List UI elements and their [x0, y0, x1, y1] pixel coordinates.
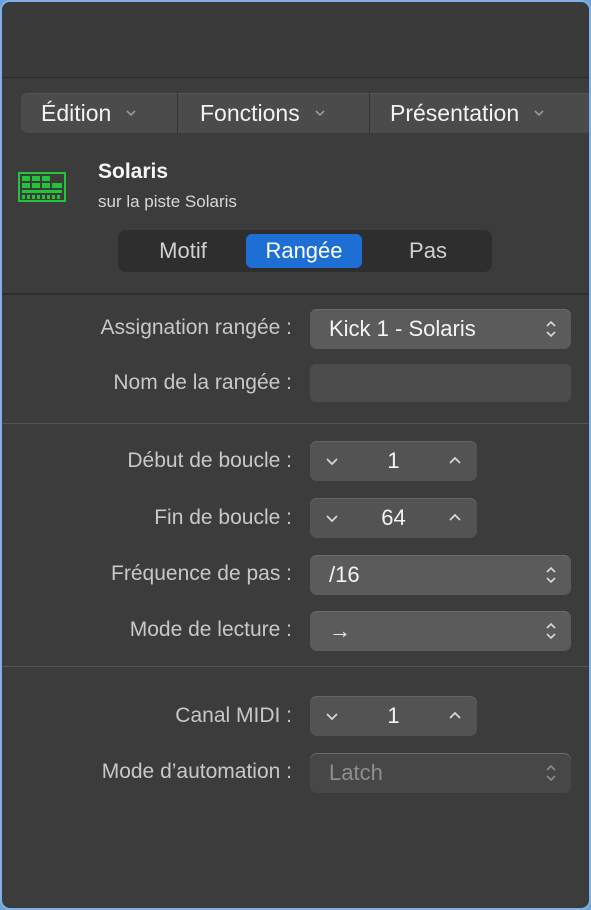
loop-start-value[interactable]: 1	[350, 441, 437, 481]
increment-button[interactable]	[435, 498, 475, 538]
section-divider	[2, 423, 589, 424]
decrement-button[interactable]	[312, 441, 352, 481]
menu-presentation-label: Présentation	[390, 99, 520, 126]
updown-chevron-icon	[546, 566, 556, 584]
step-sequencer-icon	[18, 172, 66, 202]
chevron-down-icon	[534, 110, 544, 117]
loop-start-stepper: 1	[310, 441, 477, 481]
region-subtitle: sur la piste Solaris	[98, 192, 237, 211]
playback-mode-popup[interactable]: →	[310, 611, 571, 651]
step-rate-value: /16	[329, 562, 360, 587]
chevron-up-icon	[449, 711, 461, 719]
assignation-value: Kick 1 - Solaris	[329, 316, 476, 341]
tab-motif[interactable]: Motif	[122, 234, 244, 268]
updown-chevron-icon	[546, 622, 556, 640]
tab-pas[interactable]: Pas	[368, 234, 488, 268]
segmented-control: Motif Rangée Pas	[118, 230, 492, 272]
menu-fonctions[interactable]: Fonctions	[178, 93, 370, 133]
midi-channel-stepper: 1	[310, 696, 477, 736]
chevron-down-icon	[326, 458, 338, 466]
automation-mode-label: Mode d’automation :	[101, 760, 292, 783]
automation-mode-popup[interactable]: Latch	[310, 753, 571, 793]
row-name-field[interactable]	[310, 364, 571, 402]
updown-chevron-icon	[546, 764, 556, 782]
row-name-label: Nom de la rangée :	[113, 371, 292, 394]
assignation-label: Assignation rangée :	[100, 316, 292, 339]
chevron-down-icon	[326, 515, 338, 523]
midi-channel-label: Canal MIDI :	[175, 704, 292, 727]
menu-fonctions-label: Fonctions	[200, 99, 300, 126]
chevron-down-icon	[315, 110, 325, 117]
decrement-button[interactable]	[312, 696, 352, 736]
menu-edition[interactable]: Édition	[21, 93, 178, 133]
inspector-window: Édition Fonctions Présentation Solaris s…	[0, 0, 591, 910]
tab-motif-label: Motif	[159, 238, 207, 263]
decrement-button[interactable]	[312, 498, 352, 538]
title-bar	[2, 2, 589, 78]
increment-button[interactable]	[435, 441, 475, 481]
tab-pas-label: Pas	[409, 238, 447, 263]
local-menu-bar: Édition Fonctions Présentation	[21, 93, 589, 133]
playback-mode-value: →	[329, 618, 351, 643]
loop-start-label: Début de boucle :	[127, 449, 292, 472]
chevron-up-icon	[449, 456, 461, 464]
section-divider	[2, 293, 589, 295]
loop-end-stepper: 64	[310, 498, 477, 538]
updown-chevron-icon	[546, 320, 556, 338]
tab-rangee-label: Rangée	[265, 238, 343, 263]
chevron-down-icon	[326, 713, 338, 721]
region-title: Solaris	[98, 160, 169, 183]
increment-button[interactable]	[435, 696, 475, 736]
assignation-popup[interactable]: Kick 1 - Solaris	[310, 309, 571, 349]
chevron-up-icon	[449, 513, 461, 521]
section-divider	[2, 666, 589, 667]
midi-channel-value[interactable]: 1	[350, 696, 437, 736]
step-rate-label: Fréquence de pas :	[111, 562, 292, 585]
menu-edition-label: Édition	[41, 99, 112, 126]
loop-end-label: Fin de boucle :	[154, 506, 292, 529]
chevron-down-icon	[126, 110, 136, 117]
loop-end-value[interactable]: 64	[350, 498, 437, 538]
playback-mode-label: Mode de lecture :	[129, 618, 292, 641]
step-rate-popup[interactable]: /16	[310, 555, 571, 595]
automation-mode-value: Latch	[329, 760, 383, 785]
menu-presentation[interactable]: Présentation	[370, 93, 589, 133]
tab-rangee[interactable]: Rangée	[246, 234, 362, 268]
